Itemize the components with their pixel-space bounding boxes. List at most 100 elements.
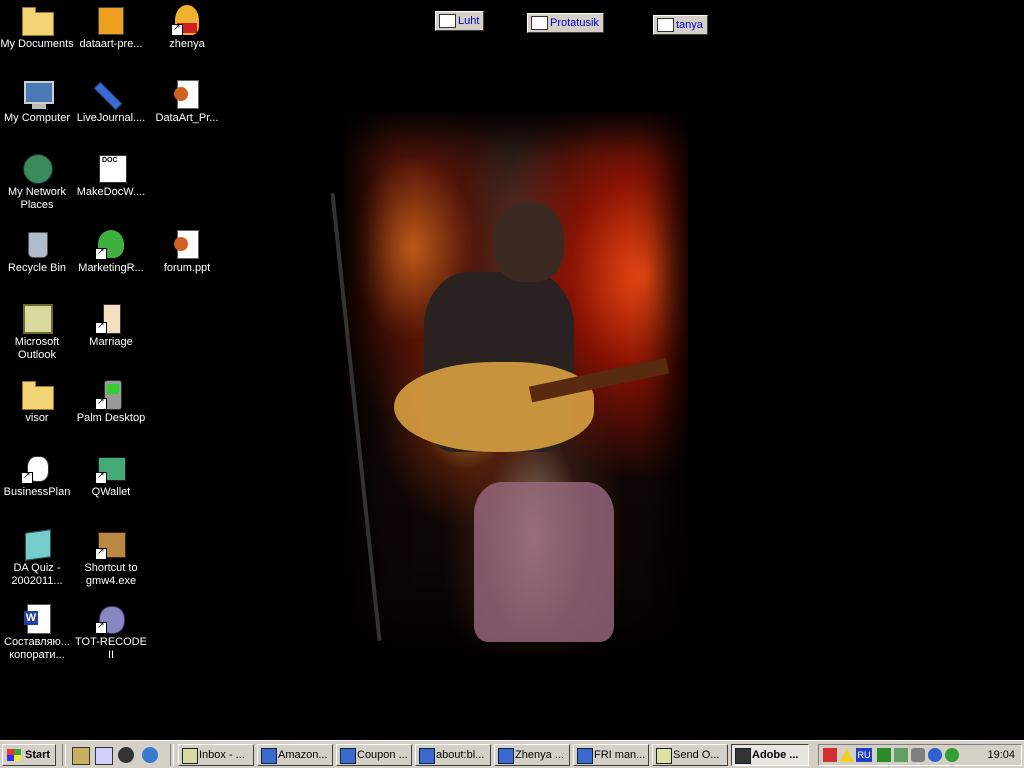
computer-icon: [21, 78, 54, 110]
task-inbox[interactable]: Inbox - ...: [178, 744, 254, 766]
search-icon[interactable]: [95, 747, 113, 765]
task-adobe[interactable]: Adobe ...: [731, 744, 809, 766]
tot-recode-icon[interactable]: TOT-RECODE II: [74, 602, 148, 662]
dataart-pr-ppt-icon[interactable]: DataArt_Pr...: [150, 78, 224, 125]
marriage-icon[interactable]: Marriage: [74, 302, 148, 349]
task-zhenya[interactable]: Zhenya ...: [494, 744, 570, 766]
window-label: Luht: [458, 15, 480, 27]
qwallet-icon[interactable]: QWallet: [74, 452, 148, 499]
icon-label: MakeDocW....: [76, 186, 146, 198]
window-icon: [657, 18, 674, 32]
internet-explorer-icon: [261, 748, 277, 764]
internet-explorer-icon: [340, 748, 356, 764]
goofy-icon: [21, 452, 53, 484]
windows-logo-icon: [7, 749, 21, 761]
task-label: about:bl...: [436, 749, 485, 761]
pooh-icon: [171, 4, 203, 36]
frog-icon: [95, 228, 127, 260]
palm-icon: [95, 378, 127, 410]
icq-icon[interactable]: [945, 748, 959, 762]
icon-label: My Computer: [3, 112, 71, 124]
start-button[interactable]: Start: [2, 744, 56, 766]
window-protatusik[interactable]: Protatusik: [527, 13, 604, 33]
window-tanya[interactable]: tanya: [653, 15, 708, 35]
winamp-icon[interactable]: [118, 747, 134, 763]
palm-desktop-icon[interactable]: Palm Desktop: [74, 378, 148, 425]
powerpoint-icon: [171, 78, 203, 110]
document-converter-icon: [95, 152, 127, 184]
word-document-icon[interactable]: Составляю... копорати...: [0, 602, 74, 662]
recycle-bin-icon[interactable]: Recycle Bin: [0, 228, 74, 275]
businessplan-icon[interactable]: BusinessPlan: [0, 452, 74, 499]
start-label: Start: [25, 749, 51, 761]
icon-label: LiveJournal....: [76, 112, 146, 124]
icon-label: DataArt_Pr...: [155, 112, 219, 124]
folder-icon: [21, 4, 54, 36]
task-amazon[interactable]: Amazon...: [257, 744, 333, 766]
makedocw-icon[interactable]: MakeDocW....: [74, 152, 148, 199]
taskbar: Start Inbox - ... Amazon... Coupon ... a…: [0, 740, 1024, 768]
archive-icon: [95, 4, 127, 36]
da-quiz-icon[interactable]: DA Quiz - 2002011...: [0, 528, 74, 588]
desktop: My Documents My Computer My Network Plac…: [0, 0, 1024, 740]
warning-icon[interactable]: [840, 748, 854, 762]
icon-label: My Network Places: [7, 186, 67, 211]
word-icon: [21, 602, 53, 634]
sync-icon[interactable]: [894, 748, 908, 762]
antivirus-icon[interactable]: [823, 748, 837, 762]
my-network-places-icon[interactable]: My Network Places: [0, 152, 74, 212]
forum-ppt-icon[interactable]: forum.ppt: [150, 228, 224, 275]
zhenya-icon[interactable]: zhenya: [150, 4, 224, 51]
window-icon: [439, 14, 456, 28]
game-icon: [95, 528, 127, 560]
task-fri-man[interactable]: FRI man...: [573, 744, 649, 766]
task-about-blank[interactable]: about:bl...: [415, 744, 491, 766]
icon-label: QWallet: [91, 486, 131, 498]
microsoft-outlook-icon[interactable]: Microsoft Outlook: [0, 302, 74, 362]
pencil-icon: [93, 78, 127, 111]
guitar-body: [394, 362, 594, 452]
task-label: FRI man...: [594, 749, 646, 761]
internet-explorer-icon: [498, 748, 514, 764]
internet-explorer-icon: [419, 748, 435, 764]
window-luht[interactable]: Luht: [435, 11, 485, 31]
network-icon[interactable]: [877, 748, 891, 762]
divider: [170, 744, 174, 766]
icon-label: Recycle Bin: [7, 262, 67, 274]
clock[interactable]: 19:04: [987, 745, 1015, 765]
window-icon: [531, 16, 548, 30]
outlook-icon: [182, 748, 198, 764]
show-desktop-icon[interactable]: [72, 747, 90, 765]
task-label: Inbox - ...: [199, 749, 245, 761]
update-icon[interactable]: [928, 748, 942, 762]
gmw4-shortcut-icon[interactable]: Shortcut to gmw4.exe: [74, 528, 148, 588]
marketingr-icon[interactable]: MarketingR...: [74, 228, 148, 275]
task-coupon[interactable]: Coupon ...: [336, 744, 412, 766]
my-computer-icon[interactable]: My Computer: [0, 78, 74, 125]
task-label: Amazon...: [278, 749, 328, 761]
icon-label: MarketingR...: [78, 262, 144, 274]
message-icon: [656, 748, 672, 764]
task-label: Zhenya ...: [515, 749, 564, 761]
visor-folder-icon[interactable]: visor: [0, 378, 74, 425]
task-send[interactable]: Send O...: [652, 744, 728, 766]
wallpaper-photo: [330, 112, 688, 656]
lock-icon[interactable]: [911, 748, 925, 762]
icon-label: Microsoft Outlook: [14, 336, 60, 361]
internet-explorer-icon[interactable]: [142, 747, 158, 763]
language-indicator[interactable]: RU: [856, 748, 872, 762]
powerpoint-icon: [171, 228, 203, 260]
livejournal-icon[interactable]: LiveJournal....: [74, 78, 148, 125]
task-label: Coupon ...: [357, 749, 408, 761]
system-tray: RU 19:04: [818, 744, 1022, 766]
divider: [62, 744, 66, 766]
guitarist-head: [494, 202, 564, 282]
my-documents-icon[interactable]: My Documents: [0, 4, 74, 51]
outlook-icon: [21, 302, 53, 334]
folder-icon: [21, 378, 54, 410]
mic-stand: [330, 193, 382, 641]
task-label: Adobe ...: [752, 749, 799, 761]
icon-label: visor: [25, 412, 49, 424]
network-icon: [21, 152, 53, 184]
dataart-pre-icon[interactable]: dataart-pre...: [74, 4, 148, 51]
